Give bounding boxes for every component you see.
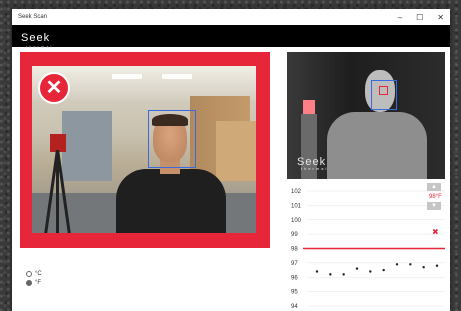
ceiling-light [112, 74, 142, 79]
reading-point [422, 265, 425, 269]
reading-point [435, 264, 439, 267]
radio-fahrenheit[interactable] [26, 280, 32, 286]
unit-option-celsius[interactable]: °C [26, 271, 42, 277]
subject-body [116, 169, 226, 233]
y-tick-label: 100 [291, 218, 302, 224]
logo-wordmark: Seek [21, 32, 51, 44]
y-tick-label: 101 [291, 203, 302, 209]
reading-point [355, 267, 359, 270]
x-icon: ✕ [38, 72, 70, 104]
reading-point [369, 270, 372, 273]
latest-temperature: 98°F [429, 194, 442, 200]
face-detection-box [148, 110, 196, 168]
unit-option-fahrenheit[interactable]: °F [26, 280, 42, 286]
thermal-hotspot [303, 100, 315, 114]
window-controls: – ☐ ✕ [398, 13, 444, 22]
temperature-chart-svg: 102 101 100 99 98 97 96 95 94 ✖ [291, 189, 445, 310]
background-door [62, 111, 112, 181]
title-bar: Seek Scan – ☐ ✕ [12, 9, 450, 25]
y-tick-label: 94 [291, 304, 298, 310]
thermal-logo-tagline: thermal [301, 166, 329, 171]
y-tick-label: 96 [291, 275, 298, 281]
scroll-up-button[interactable]: ▲ [427, 183, 441, 191]
thermal-logo: Seek thermal [297, 156, 328, 171]
unit-selector: °C °F [26, 271, 42, 289]
thermal-face-box [371, 80, 397, 110]
brand-bar: Seek thermal [12, 25, 450, 49]
thermal-body [327, 112, 427, 179]
reading-point [382, 268, 385, 272]
temperature-chart: 102 101 100 99 98 97 96 95 94 ✖ ▲ 98°F ▼ [287, 179, 447, 311]
reading-point [395, 263, 399, 266]
reading-point [329, 273, 332, 276]
thermal-view: Seek thermal [287, 52, 445, 179]
minimize-button[interactable]: – [398, 13, 402, 22]
unit-label-fahrenheit: °F [35, 280, 42, 286]
ceiling-light [162, 74, 192, 79]
y-tick-label: 98 [291, 247, 298, 253]
thermal-measure-point [379, 86, 388, 95]
reading-point [409, 263, 412, 266]
y-tick-label: 99 [291, 232, 298, 238]
camera-alert-frame: ✕ [20, 52, 270, 248]
camera-feed: ✕ [32, 66, 256, 233]
seek-logo: Seek thermal [21, 28, 53, 49]
y-tick-label: 95 [291, 290, 298, 296]
unit-label-celsius: °C [35, 271, 42, 277]
logo-tagline: thermal [26, 44, 54, 49]
maximize-button[interactable]: ☐ [416, 13, 423, 22]
flagged-reading-marker: ✖ [432, 227, 439, 236]
background-boxes [216, 121, 256, 181]
window-title: Seek Scan [18, 14, 48, 20]
y-tick-label: 102 [291, 189, 302, 195]
radio-celsius[interactable] [26, 271, 32, 277]
y-tick-label: 97 [291, 261, 298, 267]
tripod [44, 134, 71, 233]
close-button[interactable]: ✕ [437, 13, 444, 22]
reading-point [315, 270, 319, 273]
reading-point [342, 273, 345, 276]
app-window: Seek Scan – ☐ ✕ Seek thermal ✕ Seek ther… [12, 9, 450, 311]
scroll-down-button[interactable]: ▼ [427, 202, 441, 210]
